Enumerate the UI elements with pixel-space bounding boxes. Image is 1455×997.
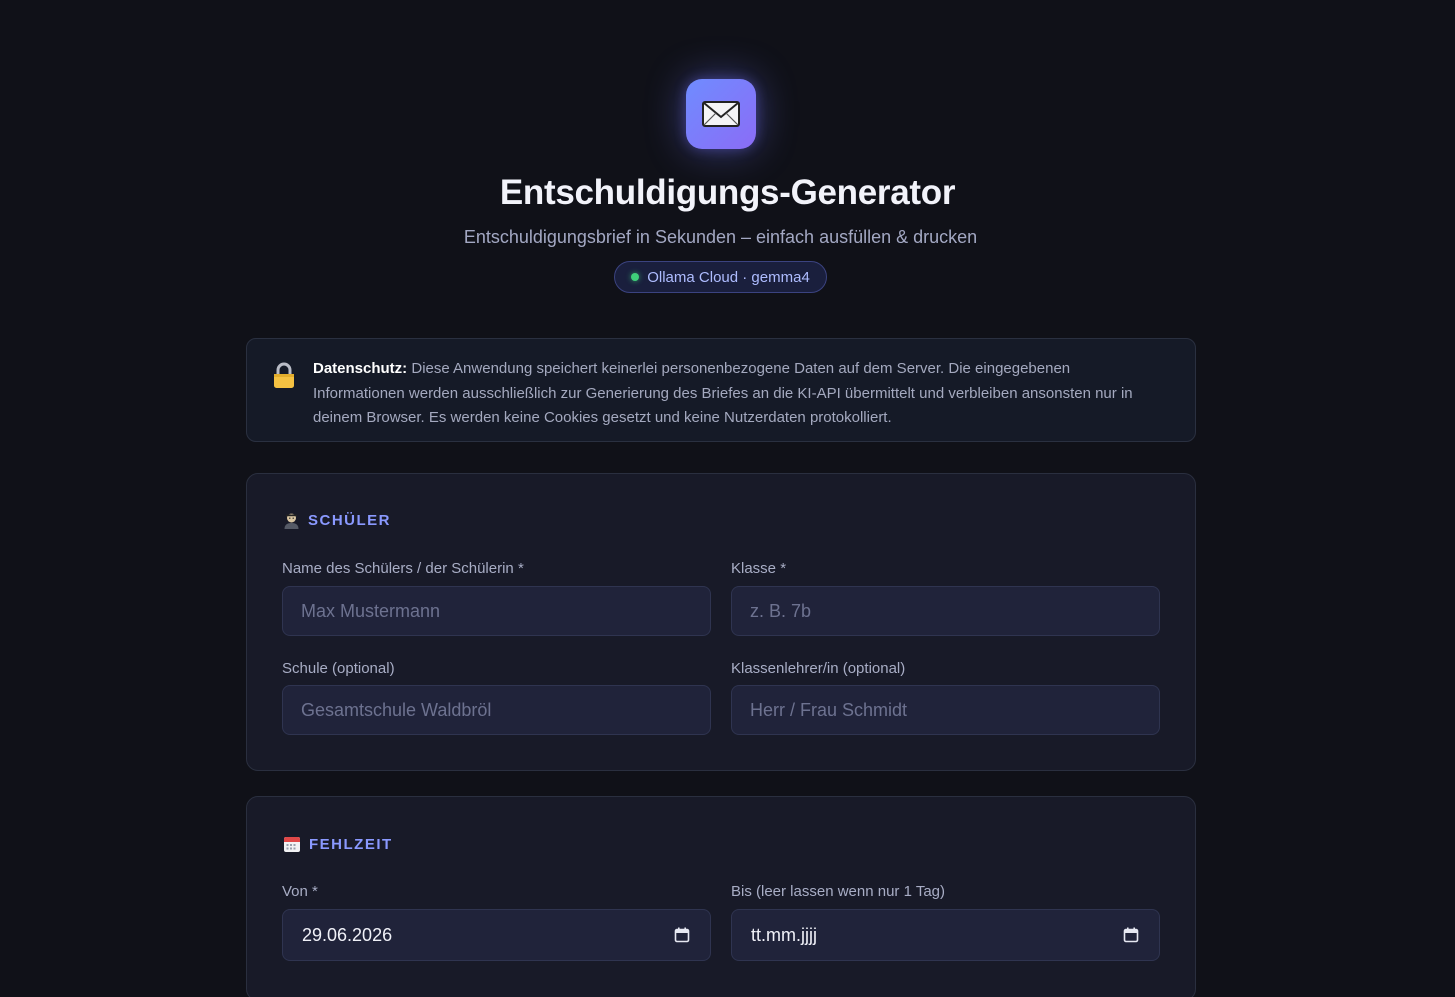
privacy-text: Datenschutz: Diese Anwendung speichert k… [313,357,1165,431]
lock-icon [274,362,294,388]
page-title: Entschuldigungs-Generator [499,173,956,212]
to-date-value: tt.mm.jjjj [751,924,817,945]
privacy-notice: Datenschutz: Diese Anwendung speichert k… [246,338,1196,442]
page: Entschuldigungs-Generator Entschuldigung… [0,0,1455,997]
class-input[interactable] [731,586,1160,636]
model-status-badge: Ollama Cloud · gemma4 [614,261,827,293]
calendar-icon [284,837,300,852]
student-section: SCHÜLER Name des Schülers / der Schüleri… [246,473,1196,771]
student-heading-text: SCHÜLER [308,512,392,529]
page-subtitle: Entschuldigungsbrief in Sekunden – einfa… [463,227,978,247]
absence-section: FEHLZEIT Von * 29.06.2026 Bis (leer lass… [246,796,1196,997]
envelope-icon [702,101,740,127]
absence-heading-text: FEHLZEIT [309,835,393,853]
to-date-input[interactable]: tt.mm.jjjj [731,909,1160,961]
student-name-input[interactable] [282,586,711,636]
absence-section-heading: FEHLZEIT [283,835,393,853]
model-status-label: Ollama Cloud · gemma4 [647,268,810,286]
teacher-input[interactable] [731,685,1160,735]
from-date-label: Von * [282,883,318,900]
teacher-label: Klassenlehrer/in (optional) [731,660,906,677]
to-date-label: Bis (leer lassen wenn nur 1 Tag) [731,883,945,900]
student-icon [284,513,299,529]
class-label: Klasse * [731,560,787,577]
calendar-picker-icon[interactable] [1123,927,1139,943]
school-label: Schule (optional) [282,660,395,677]
privacy-label: Datenschutz: [313,360,408,377]
status-dot-icon [631,273,640,281]
student-name-label: Name des Schülers / der Schülerin * [282,560,524,577]
calendar-picker-icon[interactable] [674,927,690,943]
from-date-value: 29.06.2026 [302,924,393,945]
student-section-heading: SCHÜLER [283,512,391,529]
app-logo [686,79,756,149]
from-date-input[interactable]: 29.06.2026 [282,909,711,961]
school-input[interactable] [282,685,711,735]
privacy-body: Diese Anwendung speichert keinerlei pers… [313,360,1133,426]
